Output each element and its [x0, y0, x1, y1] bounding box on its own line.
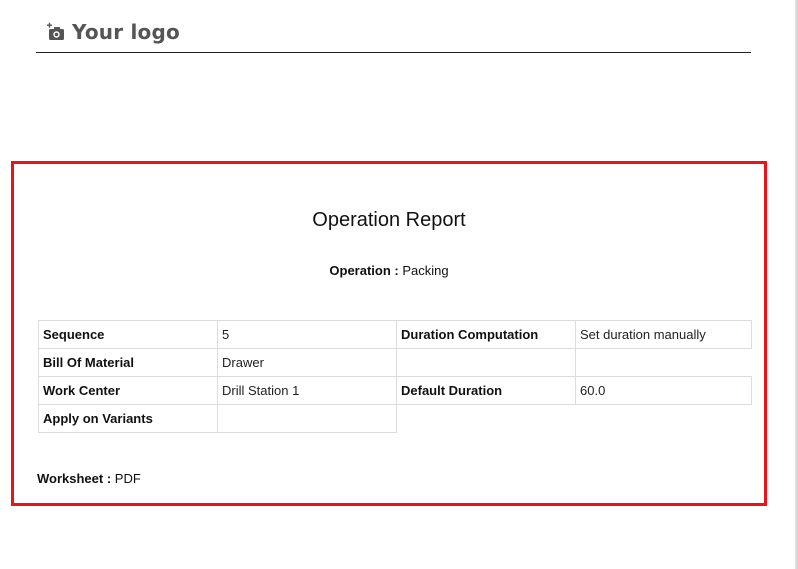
sequence-value: 5 — [217, 320, 397, 349]
work-center-value: Drill Station 1 — [217, 376, 397, 405]
worksheet-label: Worksheet : — [37, 471, 112, 486]
sequence-label: Sequence — [38, 320, 218, 349]
report-header: Your logo — [36, 18, 751, 53]
apply-on-variants-label: Apply on Variants — [38, 404, 218, 433]
empty-cell — [576, 405, 752, 433]
table-row: Work Center Drill Station 1 Default Dura… — [38, 376, 752, 405]
work-center-label: Work Center — [38, 376, 218, 405]
worksheet-value: PDF — [114, 471, 141, 486]
operation-report-frame: Operation Report Operation : Packing Seq… — [11, 161, 767, 506]
operation-value: Packing — [402, 263, 449, 278]
default-duration-label: Default Duration — [396, 376, 576, 405]
bill-of-material-value: Drawer — [217, 348, 397, 377]
logo-text: Your logo — [72, 20, 180, 44]
duration-computation-label: Duration Computation — [396, 320, 576, 349]
empty-cell — [576, 349, 752, 377]
table-row: Apply on Variants — [38, 404, 752, 433]
table-row: Bill Of Material Drawer — [38, 348, 752, 377]
empty-cell — [396, 348, 576, 377]
bill-of-material-label: Bill Of Material — [38, 348, 218, 377]
report-page: Your logo Operation Report Operation : P… — [0, 0, 798, 569]
company-logo: Your logo — [46, 20, 180, 44]
camera-plus-icon — [46, 22, 66, 42]
apply-on-variants-value — [217, 404, 397, 433]
default-duration-value: 60.0 — [575, 376, 752, 405]
empty-cell — [397, 405, 576, 433]
operation-label: Operation : — [329, 263, 399, 278]
duration-computation-value: Set duration manually — [575, 320, 752, 349]
report-title: Operation Report — [312, 209, 466, 231]
worksheet-line: Worksheet : PDF — [37, 471, 141, 486]
operation-line: Operation : Packing — [14, 263, 764, 278]
table-row: Sequence 5 Duration Computation Set dura… — [38, 320, 752, 349]
operation-details-table: Sequence 5 Duration Computation Set dura… — [38, 320, 752, 433]
